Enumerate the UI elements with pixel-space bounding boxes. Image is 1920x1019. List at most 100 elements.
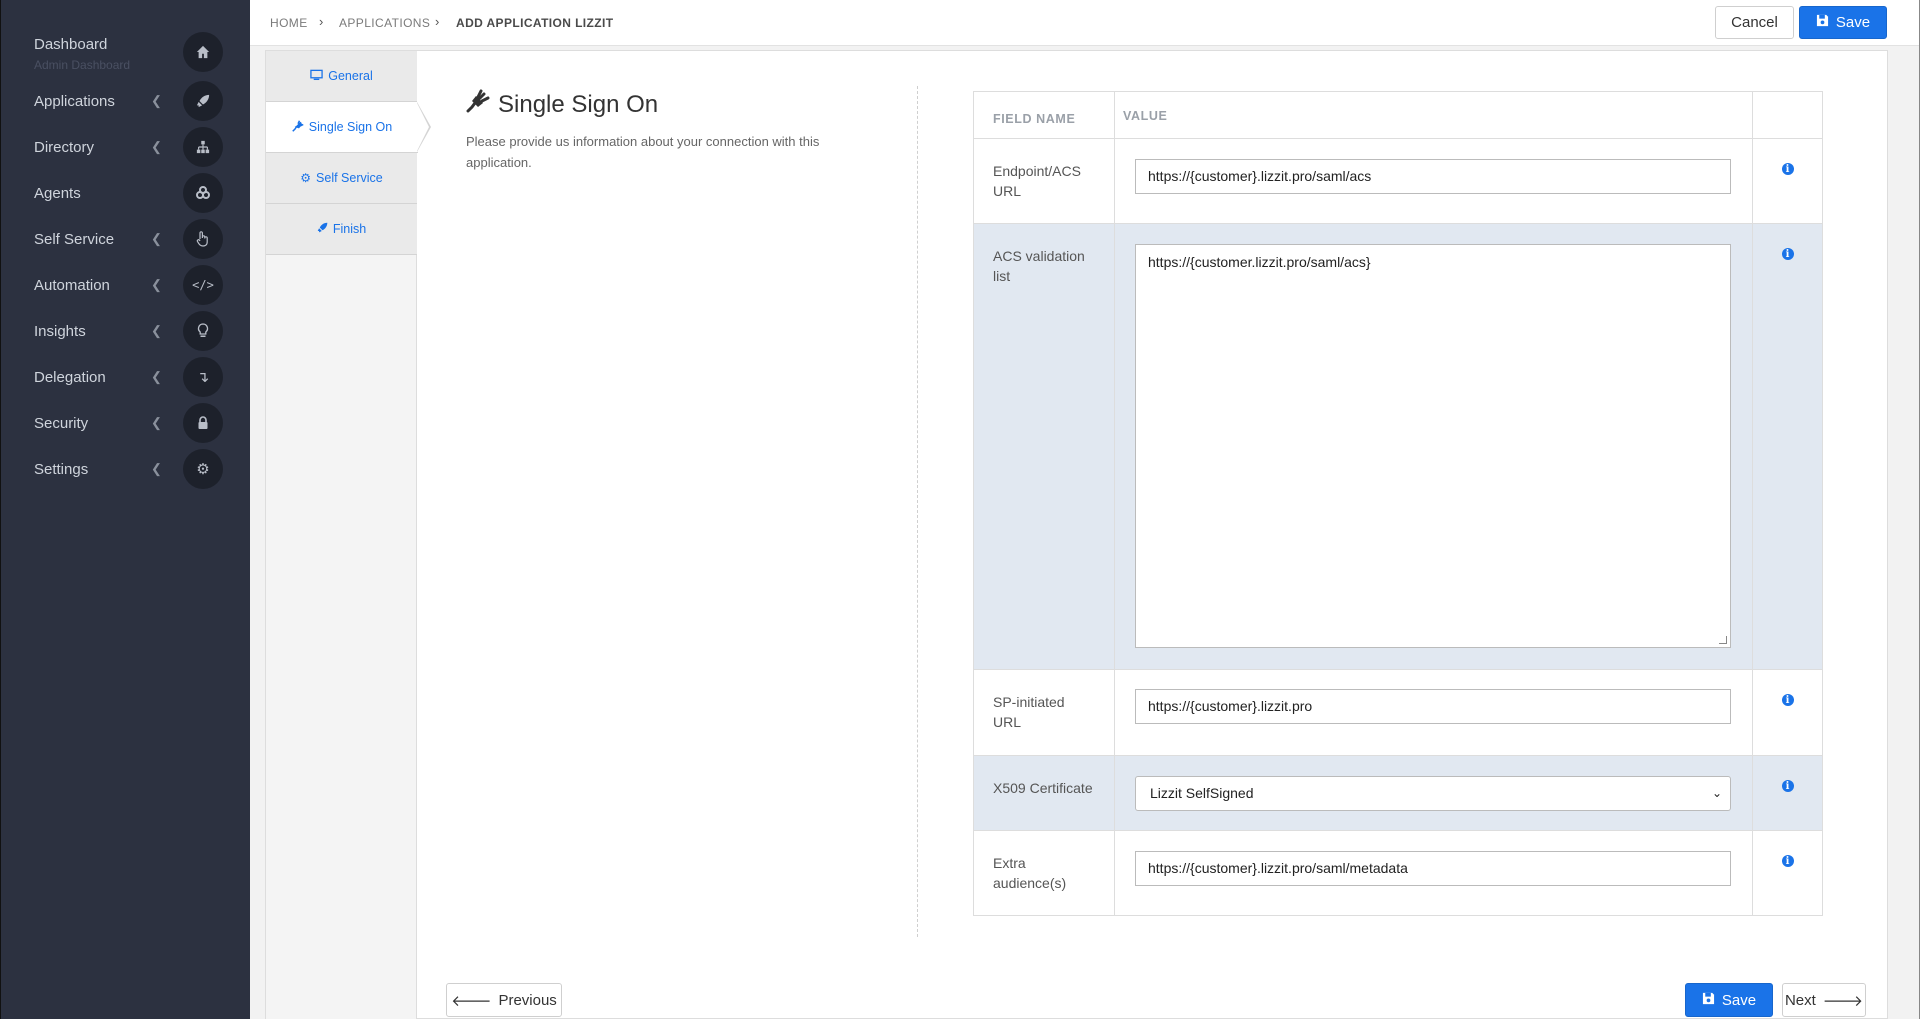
field-value-cell: https://{customer}.lizzit.pro xyxy=(1115,670,1753,755)
column-header-value: VALUE xyxy=(1115,92,1753,138)
tab-label: Self Service xyxy=(316,171,383,185)
info-icon[interactable]: i xyxy=(1781,694,1794,706)
info-cell: i xyxy=(1753,670,1822,755)
page-title: Single Sign On xyxy=(466,89,658,120)
sp-initiated-url-field[interactable]: https://{customer}.lizzit.pro xyxy=(1135,689,1731,724)
floppy-icon xyxy=(1702,992,1715,1009)
info-icon[interactable]: i xyxy=(1781,855,1794,867)
section-description: Please provide us information about your… xyxy=(466,134,820,170)
breadcrumb-home[interactable]: HOME xyxy=(270,16,308,30)
chevron-left-icon: ❮ xyxy=(151,415,162,430)
next-button[interactable]: Next 🡒 xyxy=(1782,983,1866,1017)
tab-general[interactable]: General xyxy=(266,51,417,102)
table-row: Extra audience(s) https://{customer}.liz… xyxy=(974,831,1822,915)
chevron-down-icon: ⌄ xyxy=(1711,786,1722,800)
level-down-icon: ↴ xyxy=(183,357,223,397)
wizard-tabs: General Single Sign On ⚙ Self Service Fi… xyxy=(266,51,418,1019)
sidebar-item-label: Security xyxy=(34,414,89,432)
sidebar-item-agents[interactable]: Agents xyxy=(1,170,251,216)
wizard-panel: General Single Sign On ⚙ Self Service Fi… xyxy=(265,50,1888,1019)
extra-audiences-field[interactable]: https://{customer}.lizzit.pro/saml/metad… xyxy=(1135,851,1731,886)
chevron-left-icon: ❮ xyxy=(151,231,162,246)
top-bar: HOME › APPLICATIONS › ADD APPLICATION LI… xyxy=(250,0,1920,46)
sidebar-item-applications[interactable]: Applications ❮ xyxy=(1,78,251,124)
table-row: Endpoint/ACS URL https://{customer}.lizz… xyxy=(974,139,1822,224)
fields-table: FIELD NAME VALUE Endpoint/ACS URL https:… xyxy=(973,91,1823,916)
sidebar-item-security[interactable]: Security ❮ xyxy=(1,400,251,446)
plug-icon xyxy=(292,119,304,135)
chevron-right-icon: › xyxy=(435,14,440,29)
rocket-icon xyxy=(317,222,328,236)
sidebar-item-label: Automation xyxy=(34,276,110,294)
column-header-field-name: FIELD NAME xyxy=(974,92,1115,138)
home-icon xyxy=(183,32,223,72)
arrow-right-icon: 🡒 xyxy=(1822,992,1864,1010)
desktop-icon xyxy=(310,69,323,84)
save-button[interactable]: Save xyxy=(1799,6,1887,39)
plug-icon xyxy=(466,89,490,120)
cogs-icon: ⚙ xyxy=(300,171,312,185)
sidebar: Dashboard Admin Dashboard Applications ❮… xyxy=(0,0,250,1019)
breadcrumb-applications[interactable]: APPLICATIONS xyxy=(339,16,430,30)
tab-single-sign-on[interactable]: Single Sign On xyxy=(266,102,418,153)
sidebar-item-sublabel: Admin Dashboard xyxy=(34,58,131,72)
sidebar-item-label: Settings xyxy=(34,460,89,478)
chevron-left-icon: ❮ xyxy=(151,461,162,476)
info-cell: i xyxy=(1753,831,1822,915)
footer-save-button-label: Save xyxy=(1721,991,1757,1009)
sidebar-item-automation[interactable]: Automation ❮ </> xyxy=(1,262,251,308)
field-label: Endpoint/ACS URL xyxy=(974,139,1115,223)
field-label: SP-initiated URL xyxy=(974,670,1115,755)
field-label: ACS validation list xyxy=(974,224,1115,669)
divider xyxy=(917,86,918,937)
chevron-left-icon: ❮ xyxy=(151,277,162,292)
tab-label: Finish xyxy=(332,222,367,236)
sidebar-item-dashboard[interactable]: Dashboard Admin Dashboard xyxy=(1,30,251,76)
info-icon[interactable]: i xyxy=(1781,163,1794,175)
field-label: Extra audience(s) xyxy=(974,831,1115,915)
table-row: X509 Certificate Lizzit SelfSigned ⌄ i xyxy=(974,756,1822,831)
sidebar-item-label: Dashboard xyxy=(34,36,108,53)
cancel-button-label: Cancel xyxy=(1731,14,1778,31)
chevron-left-icon: ❮ xyxy=(151,93,162,108)
sidebar-item-insights[interactable]: Insights ❮ xyxy=(1,308,251,354)
tab-finish[interactable]: Finish xyxy=(266,204,417,255)
field-value-cell: https://{customer}.lizzit.pro/saml/metad… xyxy=(1115,831,1753,915)
sidebar-item-delegation[interactable]: Delegation ❮ ↴ xyxy=(1,354,251,400)
tab-label: General xyxy=(328,69,373,83)
footer-save-button[interactable]: Save xyxy=(1685,983,1773,1017)
chevron-left-icon: ❮ xyxy=(151,323,162,338)
field-label: X509 Certificate xyxy=(974,756,1115,830)
table-header: FIELD NAME VALUE xyxy=(974,92,1822,139)
hand-pointer-icon xyxy=(183,219,223,259)
sidebar-item-settings[interactable]: Settings ❮ ⚙ xyxy=(1,446,251,492)
info-cell: i xyxy=(1753,224,1822,669)
arrow-left-icon: 🡐 xyxy=(451,992,492,1010)
page-title-text: Single Sign On xyxy=(498,90,659,118)
sidebar-item-label: Self Service xyxy=(34,230,115,248)
cogs-icon xyxy=(183,173,223,213)
gear-icon: ⚙ xyxy=(183,449,223,489)
table-row: ACS validation list https://{customer.li… xyxy=(974,224,1822,670)
chevron-left-icon: ❮ xyxy=(151,139,162,154)
sidebar-item-self-service[interactable]: Self Service ❮ xyxy=(1,216,251,262)
field-value-cell: Lizzit SelfSigned ⌄ xyxy=(1115,756,1753,830)
sidebar-item-label: Agents xyxy=(34,184,81,202)
textarea-content: https://{customer.lizzit.pro/saml/acs} xyxy=(1148,254,1371,270)
previous-button[interactable]: 🡐 Previous xyxy=(446,983,562,1017)
info-icon[interactable]: i xyxy=(1781,248,1794,260)
info-icon[interactable]: i xyxy=(1781,780,1794,792)
x509-certificate-select[interactable]: Lizzit SelfSigned ⌄ xyxy=(1135,776,1731,811)
endpoint-acs-url-field[interactable]: https://{customer}.lizzit.pro/saml/acs xyxy=(1135,159,1731,194)
breadcrumb-current: ADD APPLICATION LIZZIT xyxy=(456,16,614,30)
tab-self-service[interactable]: ⚙ Self Service xyxy=(266,153,417,204)
field-value-cell: https://{customer}.lizzit.pro/saml/acs xyxy=(1115,139,1753,223)
cancel-button[interactable]: Cancel xyxy=(1715,6,1794,39)
acs-validation-list-textarea[interactable]: https://{customer.lizzit.pro/saml/acs} xyxy=(1135,244,1731,648)
previous-button-label: Previous xyxy=(498,991,557,1009)
column-header-info xyxy=(1753,92,1822,138)
field-value-cell: https://{customer.lizzit.pro/saml/acs} xyxy=(1115,224,1753,669)
chevron-right-icon: › xyxy=(319,14,324,29)
sidebar-item-directory[interactable]: Directory ❮ xyxy=(1,124,251,170)
resize-handle-icon[interactable] xyxy=(1719,636,1727,644)
